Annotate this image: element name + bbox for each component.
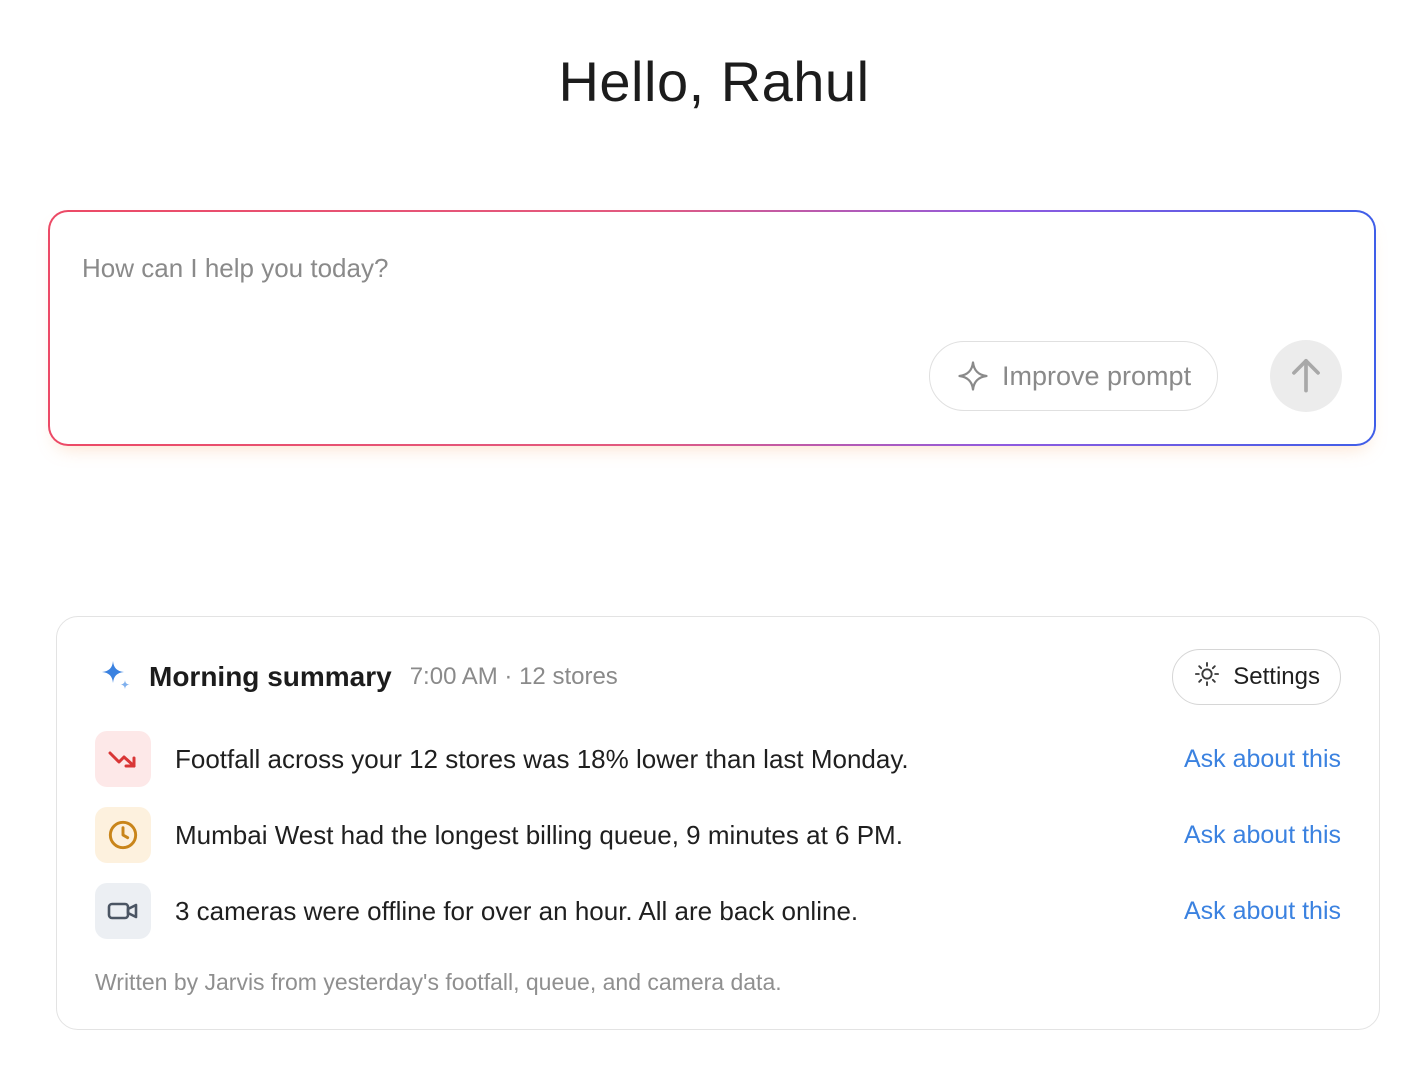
summary-header: Morning summary 7:00 AM · 12 stores	[101, 657, 618, 697]
sparkle-icon	[101, 659, 131, 696]
summary-title: Morning summary	[149, 661, 392, 692]
summary-item-queue: Mumbai West had the longest billing queu…	[95, 807, 1341, 863]
summary-list: Footfall across your 12 stores was 18% l…	[95, 731, 1341, 959]
gear-icon	[1193, 660, 1221, 695]
improve-prompt-button[interactable]: Improve prompt	[929, 341, 1219, 411]
improve-prompt-label: Improve prompt	[1002, 360, 1192, 391]
prompt-input[interactable]	[82, 248, 1182, 288]
summary-item-text: 3 cameras were offline for over an hour.…	[175, 895, 859, 926]
home-page: Hello, Rahul Improve prompt	[0, 0, 1428, 1076]
send-button[interactable]	[1270, 340, 1342, 412]
prompt-box: Improve prompt	[48, 210, 1376, 446]
summary-item-text: Mumbai West had the longest billing queu…	[175, 819, 903, 850]
morning-summary-card: Morning summary 7:00 AM · 12 stores Sett…	[56, 616, 1380, 1030]
arrow-up-icon	[1289, 356, 1323, 397]
summary-meta: 7:00 AM · 12 stores	[409, 663, 618, 690]
settings-label: Settings	[1233, 663, 1320, 690]
greeting-title: Hello, Rahul	[558, 50, 870, 113]
clock-icon	[95, 807, 151, 863]
summary-footer: Written by Jarvis from yesterday's footf…	[95, 969, 782, 995]
summary-item-footfall: Footfall across your 12 stores was 18% l…	[95, 731, 1341, 787]
ask-about-footfall-link[interactable]: Ask about this	[1184, 745, 1341, 774]
summary-item-cameras: 3 cameras were offline for over an hour.…	[95, 883, 1341, 939]
ask-about-queue-link[interactable]: Ask about this	[1184, 821, 1341, 850]
ask-about-cameras-link[interactable]: Ask about this	[1184, 897, 1341, 926]
trending-down-icon	[95, 731, 151, 787]
video-camera-icon	[95, 883, 151, 939]
prompt-box-inner: Improve prompt	[50, 212, 1374, 444]
summary-item-text: Footfall across your 12 stores was 18% l…	[175, 743, 909, 774]
sparkle-outline-icon	[956, 359, 990, 393]
settings-button[interactable]: Settings	[1172, 649, 1341, 705]
